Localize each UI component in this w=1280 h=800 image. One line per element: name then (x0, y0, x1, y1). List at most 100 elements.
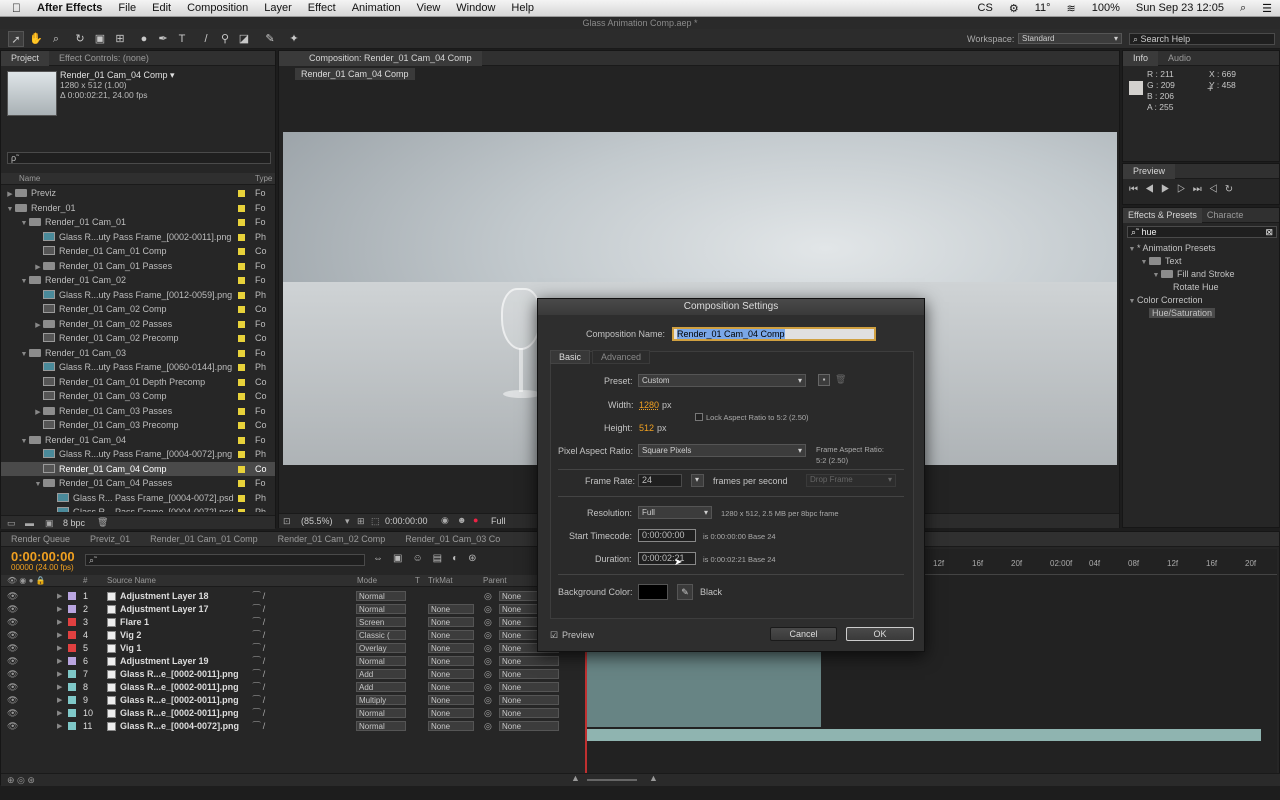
disclosure-closed-icon[interactable]: ▶ (57, 720, 62, 733)
layer-mode-select[interactable]: Multiply (356, 695, 406, 705)
visibility-icon[interactable]: 👁 (7, 655, 18, 668)
menu-layer[interactable]: Layer (256, 2, 300, 14)
save-preset-icon[interactable]: ▪ (818, 374, 830, 386)
parent-pickwhip-icon[interactable]: ◎ (484, 590, 492, 603)
project-item[interactable]: ▶ Render_01 Cam_02 Passes Fo (1, 317, 275, 332)
ok-button[interactable]: OK (846, 627, 914, 641)
timeline-layer-row[interactable]: 👁 ▶ 1 Adjustment Layer 18 ⁀ / Normal ◎ None (1, 590, 581, 603)
comp-mini-flowchart-icon[interactable]: ⇔ (373, 553, 393, 564)
label-color-swatch[interactable] (238, 320, 245, 328)
layer-trkmat-select[interactable]: None (428, 682, 474, 692)
visibility-icon[interactable]: 👁 (7, 707, 18, 720)
menu-edit[interactable]: Edit (144, 2, 179, 14)
project-item[interactable]: ▼ Render_01 Fo (1, 201, 275, 216)
layer-bars-short[interactable] (587, 651, 821, 727)
menu-effect[interactable]: Effect (300, 2, 344, 14)
layer-mode-select[interactable]: Classic ( (356, 630, 406, 640)
layer-switches-icon[interactable]: ⁀ / (253, 629, 265, 642)
col-parent[interactable]: Parent (483, 576, 507, 585)
layer-switches-icon[interactable]: ⁀ / (253, 694, 265, 707)
delete-preset-icon[interactable]: 🗑 (835, 374, 846, 385)
play-icon[interactable]: ▶ (1161, 184, 1177, 195)
clone-tool-icon[interactable]: ⚲ (217, 31, 233, 47)
timeline-layer-row[interactable]: 👁 ▶ 3 Flare 1 ⁀ / Screen None ◎ None (1, 616, 581, 629)
project-item[interactable]: ▼ Render_01 Cam_04 Fo (1, 433, 275, 448)
project-search-input[interactable]: ρ˜ (7, 152, 271, 164)
always-preview-icon[interactable]: ⊡ (283, 516, 291, 527)
lock-aspect-label[interactable]: Lock Aspect Ratio to 5:2 (2.50) (706, 413, 809, 422)
visibility-icon[interactable]: 👁 (7, 668, 18, 681)
tab-cam01[interactable]: Render_01 Cam_01 Comp (140, 532, 268, 547)
layer-name[interactable]: Glass R...e_[0002-0011].png (120, 668, 239, 681)
pen-tool-icon[interactable]: ✒ (155, 31, 171, 47)
timeline-layer-row[interactable]: 👁 ▶ 6 Adjustment Layer 19 ⁀ / Normal None ◎ None (1, 655, 581, 668)
layer-mode-select[interactable]: Normal (356, 604, 406, 614)
layer-parent-select[interactable]: None (499, 695, 559, 705)
parent-pickwhip-icon[interactable]: ◎ (484, 642, 492, 655)
label-color-swatch[interactable] (238, 393, 245, 400)
cs-icon[interactable]: CS (970, 2, 1001, 14)
type-tool-icon[interactable]: T (174, 31, 190, 47)
eyedropper-icon[interactable]: ✎ (677, 584, 693, 600)
layer-switches-icon[interactable]: ⁀ / (253, 668, 265, 681)
label-color-swatch[interactable] (238, 451, 245, 458)
project-item[interactable]: Render_01 Cam_03 Precomp Co (1, 418, 275, 433)
tab-render-queue[interactable]: Render Queue (1, 532, 80, 547)
label-color-swatch[interactable] (238, 465, 245, 473)
layer-mode-select[interactable]: Normal (356, 708, 406, 718)
disclosure-closed-icon[interactable]: ▶ (57, 694, 62, 707)
parent-pickwhip-icon[interactable]: ◎ (484, 720, 492, 733)
label-color-swatch[interactable] (238, 219, 245, 226)
layer-name[interactable]: Glass R...e_[0002-0011].png (120, 681, 239, 694)
preview-label[interactable]: Preview (562, 630, 594, 640)
zoom-level[interactable]: (85.5%) (301, 516, 333, 526)
effects-tree-item[interactable]: ▼ * Animation Presets (1127, 243, 1216, 253)
battery-percent[interactable]: 100% (1084, 2, 1128, 14)
label-color-swatch[interactable] (238, 233, 245, 241)
brainstorm-icon[interactable]: ⊛ (468, 553, 486, 564)
layer-label-color[interactable] (68, 683, 76, 691)
motion-blur-icon[interactable]: ◐ (452, 553, 468, 564)
menu-file[interactable]: File (110, 2, 144, 14)
layer-label-color[interactable] (68, 696, 76, 704)
apple-icon[interactable]:  (0, 1, 29, 15)
grid-icon[interactable]: ⊞ (357, 516, 365, 527)
snapshot-icon[interactable]: ◉ (441, 515, 449, 526)
timeline-layer-row[interactable]: 👁 ▶ 2 Adjustment Layer 17 ⁀ / Normal None ◎ None (1, 603, 581, 616)
preview-checkbox-icon[interactable]: ☑ (550, 630, 558, 641)
tab-character[interactable]: Characte (1202, 208, 1249, 223)
tab-advanced[interactable]: Advanced (592, 350, 651, 364)
layer-name[interactable]: Adjustment Layer 17 (120, 603, 209, 616)
timeline-layer-row[interactable]: 👁 ▶ 4 Vig 2 ⁀ / Classic (None ◎ None (1, 629, 581, 642)
disclosure-closed-icon[interactable]: ▶ (57, 616, 62, 629)
layer-trkmat-select[interactable]: None (428, 656, 474, 666)
layer-parent-select[interactable]: None (499, 682, 559, 692)
spotlight-icon[interactable]: ⌕ (1232, 2, 1254, 15)
weather-temp[interactable]: 11° (1027, 2, 1059, 14)
project-item[interactable]: ▼ Render_01 Cam_01 Fo (1, 215, 275, 230)
zoom-chevron-icon[interactable]: ▾ (345, 516, 350, 527)
resolution-select[interactable]: Full ▾ (638, 506, 712, 519)
av-switches-icon[interactable]: 👁 ◉ ● 🔒 (7, 576, 46, 585)
layer-mode-select[interactable]: Normal (356, 656, 406, 666)
duration-input[interactable]: 0:00:02:21 (638, 552, 696, 565)
tab-info[interactable]: Info (1123, 50, 1159, 66)
layer-name[interactable]: Glass R...e_[0002-0011].png (120, 694, 239, 707)
project-item[interactable]: Render_01 Cam_03 Comp Co (1, 389, 275, 404)
new-comp-icon[interactable]: ▣ (45, 518, 54, 529)
mask-visibility-icon[interactable]: ⬚ (371, 516, 380, 527)
layer-name[interactable]: Flare 1 (120, 616, 149, 629)
list-icon[interactable]: ☰ (1254, 2, 1280, 15)
audio-icon[interactable]: ◁ (1209, 184, 1225, 195)
tab-cam03[interactable]: Render_01 Cam_03 Co (395, 532, 510, 547)
height-value[interactable]: 512 (639, 423, 654, 433)
layer-trkmat-select[interactable]: None (428, 721, 474, 731)
project-item[interactable]: ▶ Previz Fo (1, 186, 275, 201)
disclosure-closed-icon[interactable]: ▶ (57, 590, 62, 603)
visibility-icon[interactable]: 👁 (7, 629, 18, 642)
disclosure-closed-icon[interactable]: ▶ (57, 707, 62, 720)
layer-switches-icon[interactable]: ⁀ / (253, 603, 265, 616)
tab-project[interactable]: Project (1, 50, 50, 66)
hand-tool-icon[interactable]: ✋ (28, 31, 44, 47)
layer-switches-icon[interactable]: ⁀ / (253, 590, 265, 603)
